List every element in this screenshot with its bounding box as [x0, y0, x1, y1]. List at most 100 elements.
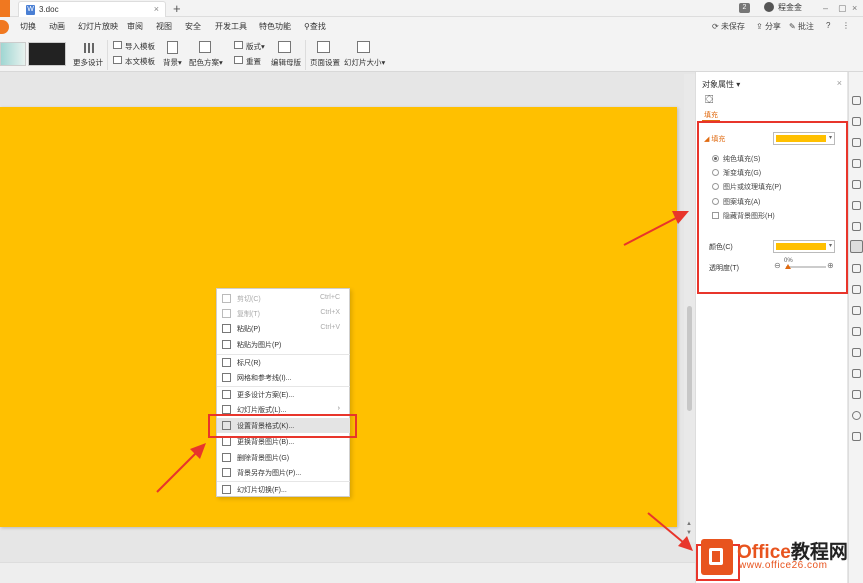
vertical-scrollbar[interactable]: ▲ ▼: [684, 74, 695, 542]
image-icon[interactable]: [852, 327, 861, 336]
location-icon[interactable]: [852, 159, 861, 168]
backup-icon[interactable]: [852, 306, 861, 315]
cut-icon: [222, 294, 231, 303]
menu-features[interactable]: 特色功能: [259, 21, 291, 32]
highlight-box-panel: [697, 121, 848, 294]
more-options-icon[interactable]: ⋮: [842, 21, 850, 30]
menu-animation[interactable]: 动画: [49, 21, 65, 32]
ctx-slide-transition[interactable]: 幻灯片切换(F)...: [217, 482, 350, 497]
save-picture-icon: [222, 468, 231, 477]
right-toolbar: [848, 72, 863, 583]
more-design-button[interactable]: 更多设计: [73, 57, 103, 68]
ruler-icon: [222, 358, 231, 367]
text-template-button[interactable]: 本文模板: [125, 56, 155, 67]
edit-master-icon: [278, 41, 291, 53]
feedback-icon[interactable]: [852, 432, 861, 441]
menu-slideshow[interactable]: 幻灯片放映: [78, 21, 118, 32]
change-picture-icon: [222, 437, 231, 446]
user-account[interactable]: 程金金: [764, 2, 802, 14]
paste-icon: [222, 324, 231, 333]
animation-icon[interactable]: [852, 264, 861, 273]
close-panel-icon[interactable]: ×: [837, 78, 842, 88]
new-tab-button[interactable]: +: [173, 0, 181, 17]
restore-button[interactable]: ▢: [838, 2, 847, 14]
menu-view[interactable]: 视图: [156, 21, 172, 32]
design-icon: [222, 390, 231, 399]
layout-icon: [234, 41, 243, 49]
scroll-down-icon[interactable]: ▼: [686, 530, 692, 536]
window-count-badge[interactable]: 2: [739, 3, 750, 13]
ctx-cut[interactable]: 剪切(C) Ctrl+C: [217, 291, 350, 306]
shapes-icon[interactable]: [852, 138, 861, 147]
close-tab-icon[interactable]: ×: [154, 4, 159, 14]
background-button[interactable]: 背景▾: [163, 57, 182, 68]
ctx-copy[interactable]: 复制(T) Ctrl+X: [217, 306, 350, 321]
copy-icon: [222, 309, 231, 318]
ctx-save-background-as-picture[interactable]: 背景另存为图片(P)...: [217, 465, 350, 480]
menu-security[interactable]: 安全: [185, 21, 201, 32]
minimize-button[interactable]: –: [823, 2, 828, 14]
import-template-icon: [113, 41, 122, 49]
ribbon-toolbar: 更多设计 导入模板 本文模板 背景▾ 配色方案▾ 版式▾ 重置 编辑母版 页面设…: [0, 37, 863, 72]
background-icon: [167, 41, 178, 54]
share-icon[interactable]: [852, 285, 861, 294]
help-button[interactable]: ?: [826, 21, 830, 30]
table-icon[interactable]: [852, 201, 861, 210]
ctx-paste-as-picture[interactable]: 粘贴为图片(P): [217, 337, 350, 352]
ctx-grid-guides[interactable]: 网格和参考线(I)...: [217, 370, 350, 385]
ribbon-divider: [305, 40, 306, 70]
select-icon[interactable]: [852, 96, 861, 105]
ctx-paste[interactable]: 粘贴(P) Ctrl+V: [217, 321, 350, 336]
person-icon[interactable]: [852, 180, 861, 189]
paste-picture-icon: [222, 340, 231, 349]
chart-icon[interactable]: [852, 222, 861, 231]
slide-size-icon: [357, 41, 370, 53]
context-menu: 剪切(C) Ctrl+C 复制(T) Ctrl+X 粘贴(P) Ctrl+V 粘贴为图…: [216, 288, 350, 497]
edit-master-button[interactable]: 编辑母版: [271, 57, 301, 68]
transition-icon: [222, 485, 231, 494]
import-template-button[interactable]: 导入模板: [125, 41, 155, 52]
ctx-ruler[interactable]: 标尺(R): [217, 355, 350, 370]
username: 程金金: [778, 3, 802, 12]
panel-title[interactable]: 对象属性 ▾: [702, 79, 740, 90]
history-icon[interactable]: [852, 390, 861, 399]
color-scheme-icon: [199, 41, 211, 53]
audio-icon[interactable]: [852, 348, 861, 357]
scroll-up-icon[interactable]: ▲: [686, 521, 692, 527]
help-icon[interactable]: [852, 411, 861, 420]
more-design-icon: [84, 43, 94, 53]
ctx-more-designs[interactable]: 更多设计方案(E)...: [217, 387, 350, 402]
design-thumbnail-1[interactable]: [0, 42, 26, 66]
properties-icon[interactable]: [850, 240, 863, 253]
menu-transition[interactable]: 切换: [20, 21, 36, 32]
comment-button[interactable]: ✎ 批注: [789, 21, 814, 32]
slide-size-button[interactable]: 幻灯片大小▾: [344, 57, 385, 68]
unsaved-status[interactable]: ⟳ 未保存: [712, 21, 745, 32]
tab-fill[interactable]: 填充: [704, 110, 718, 120]
menu-review[interactable]: 审阅: [127, 21, 143, 32]
status-bar: [0, 562, 695, 583]
settings-icon[interactable]: [852, 369, 861, 378]
reset-button[interactable]: 重置: [246, 56, 261, 67]
app-menu-button[interactable]: [0, 20, 9, 34]
menu-bar: 切换 动画 幻灯片放映 审阅 视图 安全 开发工具 特色功能 ⚲查找 ⟳ 未保存…: [0, 17, 863, 37]
scrollbar-thumb[interactable]: [687, 306, 692, 411]
menu-search[interactable]: ⚲查找: [304, 21, 326, 32]
delete-picture-icon: [222, 453, 231, 462]
reset-icon: [234, 56, 243, 64]
layout-button[interactable]: 版式▾: [246, 41, 265, 52]
close-window-button[interactable]: ×: [852, 2, 857, 14]
office-logo-icon: [701, 539, 733, 575]
copy-format-icon[interactable]: [852, 117, 861, 126]
submenu-arrow-icon: ›: [337, 405, 340, 412]
color-scheme-button[interactable]: 配色方案▾: [189, 57, 223, 68]
design-thumbnail-2[interactable]: [28, 42, 66, 66]
document-tab[interactable]: W 3.doc ×: [18, 1, 166, 17]
fill-bucket-icon[interactable]: ⛋: [705, 94, 713, 107]
watermark-url: www.office26.com: [739, 560, 828, 571]
share-button[interactable]: ⇪ 分享: [756, 21, 781, 32]
menu-developer[interactable]: 开发工具: [215, 21, 247, 32]
ctx-delete-background-picture[interactable]: 删除背景图片(G): [217, 450, 350, 465]
home-tab[interactable]: [0, 0, 10, 17]
page-setup-button[interactable]: 页面设置: [310, 57, 340, 68]
